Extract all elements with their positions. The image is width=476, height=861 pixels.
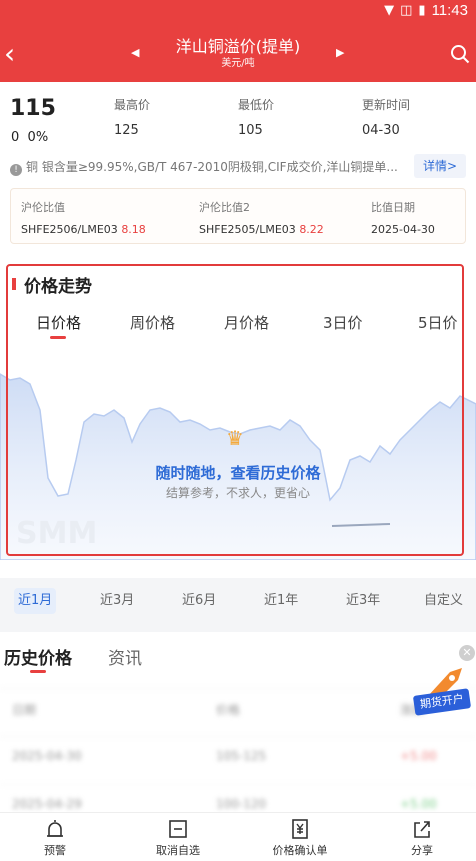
ratio-2: 沪伦比值2 SHFE2505/LME03 8.22 [199, 199, 324, 236]
status-bar: ▼ ◫ ▮ 11:43 [384, 0, 468, 20]
price-trend-section: 价格走势 日价格 周价格 月价格 3日价 5日价 ♛ 随时随地，查看历史价格 结… [0, 254, 476, 578]
low-value: 105 [238, 123, 263, 138]
battery-icon: ▮ [418, 2, 426, 18]
history-section: 历史价格 资讯 日期 价格 涨跌 2025-04-30 105-125 +5.0… [0, 632, 476, 812]
ratio-1: 沪伦比值 SHFE2506/LME03 8.18 [21, 199, 146, 236]
unfavorite-label: 取消自选 [156, 844, 200, 857]
unfavorite-button[interactable]: 取消自选 [128, 819, 228, 858]
cell-price: 价格 [216, 703, 241, 717]
range-1y[interactable]: 近1年 [260, 588, 302, 614]
title-block: 洋山铜溢价(提单) 美元/吨 [0, 36, 476, 70]
ratio-2-value: 8.22 [299, 223, 324, 236]
cell-date: 2025-04-30 [12, 749, 82, 763]
ratio-2-label: 沪伦比值2 [199, 201, 250, 214]
cell-date: 2025-04-29 [12, 797, 82, 811]
ratio-date-label: 比值日期 [371, 201, 415, 214]
range-custom[interactable]: 自定义 [420, 588, 467, 614]
price-summary: 115 0 0% 最高价 125 最低价 105 更新时间 04-30 ! 铜 银… [0, 82, 476, 254]
high-label: 最高价 [114, 98, 151, 112]
alert-button[interactable]: 预警 [5, 819, 105, 858]
current-price: 115 [10, 96, 56, 121]
share-button[interactable]: 分享 [372, 819, 472, 858]
highlight-frame [6, 264, 464, 556]
high-stat: 最高价 125 [114, 96, 150, 138]
yen-doc-icon [292, 819, 308, 839]
cell-price: 100-120 [216, 797, 267, 811]
range-6m[interactable]: 近6月 [178, 588, 220, 614]
minus-square-icon [169, 820, 187, 838]
product-description: ! 铜 银含量≥99.95%,GB/T 467-2010阴极铜,CIF成交价,洋山… [10, 158, 408, 176]
tab-history-price[interactable]: 历史价格 [4, 644, 72, 669]
price-confirm-label: 价格确认单 [272, 844, 328, 857]
range-selector: 近1月 近3月 近6月 近1年 近3年 自定义 [0, 578, 476, 626]
share-icon [414, 821, 430, 838]
change-percent: 0% [27, 130, 49, 145]
detail-button[interactable]: 详情> [414, 154, 466, 178]
next-item-icon[interactable]: ▶ [336, 46, 344, 59]
range-3y[interactable]: 近3年 [342, 588, 384, 614]
info-icon: ! [10, 164, 22, 176]
description-text: 铜 银含量≥99.95%,GB/T 467-2010阴极铜,CIF成交价,洋山铜… [26, 160, 398, 174]
cell-change: +5.00 [400, 749, 437, 763]
range-1m[interactable]: 近1月 [14, 588, 57, 614]
ratio-1-label: 沪伦比值 [21, 201, 65, 214]
ratio-panel: 沪伦比值 SHFE2506/LME03 8.18 沪伦比值2 SHFE2505/… [10, 188, 466, 244]
close-ad-icon[interactable]: ✕ [459, 645, 475, 661]
tab-news[interactable]: 资讯 [108, 644, 142, 669]
update-label: 更新时间 [362, 98, 411, 112]
ratio-1-value: 8.18 [121, 223, 146, 236]
alert-label: 预警 [44, 844, 66, 857]
no-sim-icon: ◫ [400, 2, 413, 18]
wifi-icon: ▼ [384, 2, 395, 18]
share-label: 分享 [411, 844, 433, 857]
table-row: 2025-04-29 100-120 +5.00 [0, 784, 476, 812]
cell-price: 105-125 [216, 749, 267, 763]
page-title: 洋山铜溢价(提单) [175, 37, 301, 56]
cell-date: 日期 [12, 703, 37, 717]
range-3m[interactable]: 近3月 [96, 588, 138, 614]
history-tab-indicator [30, 670, 46, 673]
change-value: 0 [11, 130, 20, 145]
low-stat: 最低价 105 [238, 96, 274, 138]
update-stat: 更新时间 04-30 [362, 96, 410, 138]
ratio-date: 比值日期 2025-04-30 [371, 199, 435, 236]
bottom-toolbar: 预警 取消自选 价格确认单 分享 [0, 812, 476, 861]
alarm-icon [47, 820, 63, 837]
update-value: 04-30 [362, 123, 400, 138]
search-icon[interactable] [450, 44, 470, 64]
app-header: ▼ ◫ ▮ 11:43 ‹ ◀ 洋山铜溢价(提单) 美元/吨 ▶ [0, 0, 476, 82]
ratio-2-contract: SHFE2505/LME03 [199, 223, 296, 236]
high-value: 125 [114, 123, 139, 138]
ratio-date-value: 2025-04-30 [371, 223, 435, 236]
low-label: 最低价 [238, 98, 275, 112]
price-change: 0 0% [11, 130, 48, 145]
status-time: 11:43 [431, 1, 468, 19]
cell-change: +5.00 [400, 797, 437, 811]
page-unit: 美元/吨 [221, 58, 255, 69]
ratio-1-contract: SHFE2506/LME03 [21, 223, 118, 236]
table-row: 2025-04-30 105-125 +5.00 [0, 736, 476, 774]
price-confirm-button[interactable]: 价格确认单 [250, 819, 350, 858]
table-row: 日期 价格 涨跌 [0, 688, 476, 726]
